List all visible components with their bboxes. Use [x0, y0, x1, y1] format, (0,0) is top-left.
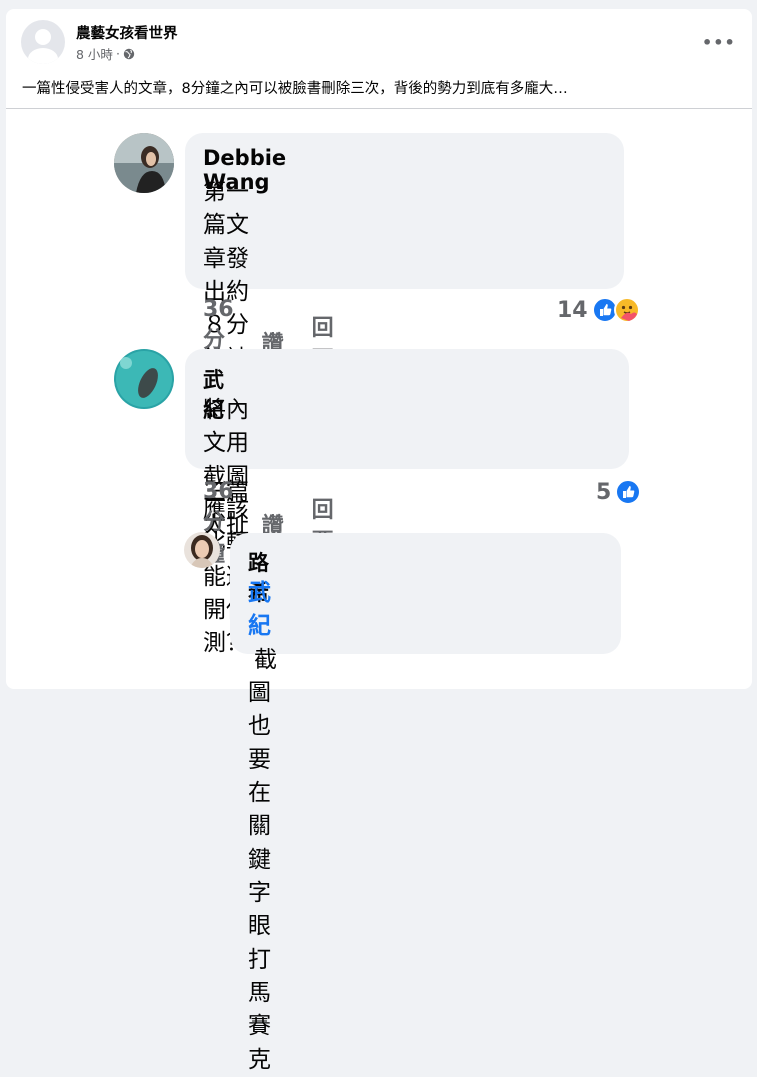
- author-avatar[interactable]: [21, 20, 65, 64]
- post-meta: 8 小時 ·: [76, 44, 135, 63]
- reply-line: 馬賽克: [248, 980, 271, 1073]
- commenter-avatar[interactable]: [114, 349, 174, 409]
- reply-line-text: 截圖也要在關鍵字眼打: [248, 646, 277, 973]
- avatar-photo: [184, 532, 220, 568]
- reply-line: 武紀 截圖也要在關鍵字眼打: [248, 577, 277, 977]
- reaction-summary[interactable]: 14: [557, 297, 640, 323]
- avatar-photo: [114, 133, 174, 193]
- reaction-count: 5: [596, 479, 612, 505]
- post-header: 農藝女孩看世界 8 小時 · ••• 一篇性侵受害人的文章，8分鐘之內可以被臉書…: [6, 9, 752, 109]
- globe-icon[interactable]: [123, 48, 135, 60]
- reaction-count: 14: [557, 297, 588, 323]
- post-time[interactable]: 8 小時: [76, 44, 113, 63]
- avatar-head-shape: [35, 29, 51, 45]
- divider: [6, 108, 752, 109]
- avatar-photo: [114, 349, 174, 409]
- post-text: 一篇性侵受害人的文章，8分鐘之內可以被臉書刪除三次，背後的勢力到底有多龐大…: [22, 81, 568, 97]
- meta-separator: ·: [115, 46, 120, 61]
- comment-bubble: [185, 349, 629, 469]
- reply-text: 武紀 截圖也要在關鍵字眼打 馬賽克: [248, 577, 277, 1077]
- commenter-avatar[interactable]: [114, 133, 174, 193]
- mention-link[interactable]: 武紀: [248, 580, 271, 639]
- avatar-body-shape: [28, 48, 58, 64]
- post-author-name[interactable]: 農藝女孩看世界: [76, 22, 178, 43]
- replier-avatar[interactable]: [184, 532, 220, 568]
- reply-bubble: [230, 533, 621, 654]
- like-icon: [615, 479, 642, 505]
- reaction-summary[interactable]: 5: [596, 479, 642, 505]
- care-icon: [613, 297, 640, 323]
- more-options-button[interactable]: •••: [702, 33, 736, 52]
